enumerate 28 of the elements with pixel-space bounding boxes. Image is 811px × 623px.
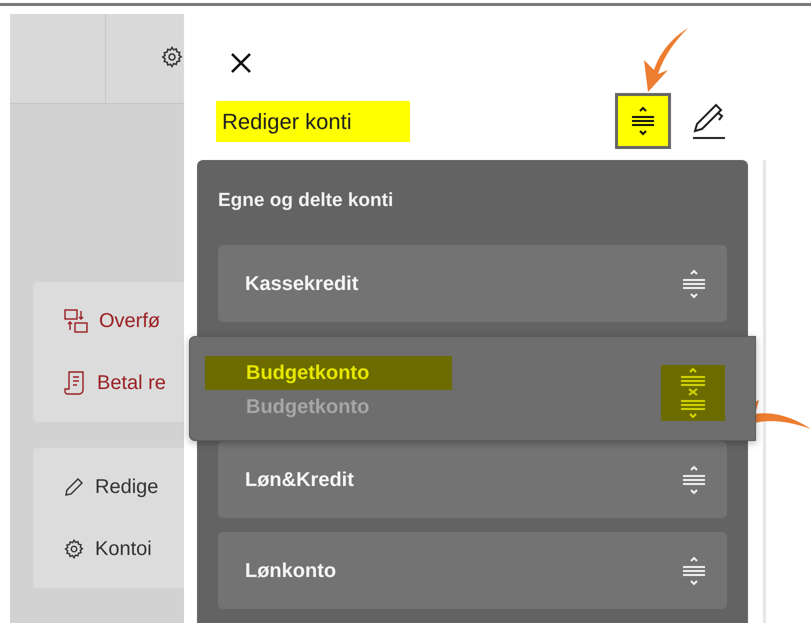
menu-item[interactable]: Redige: [95, 472, 158, 502]
account-name: Lønkonto: [245, 558, 336, 584]
settings-icon: [160, 44, 184, 70]
reorder-swap-icon[interactable]: [679, 368, 707, 418]
drag-handle-icon: [681, 556, 707, 586]
pencil-icon: [63, 476, 85, 498]
reorder-button[interactable]: [615, 93, 671, 150]
reorder-icon: [630, 106, 656, 136]
drag-handle-icon: [681, 464, 707, 494]
section-title: Egne og delte konti: [218, 188, 394, 212]
dragged-account-row[interactable]: Budgetkonto Budgetkonto: [189, 336, 756, 441]
pen-icon: [691, 101, 727, 142]
account-row[interactable]: Løn&Kredit: [218, 441, 727, 518]
account-row[interactable]: Lønkonto: [218, 532, 727, 609]
account-name: Budgetkonto: [205, 356, 452, 390]
account-row[interactable]: Kassekredit: [218, 245, 727, 322]
close-icon: [229, 51, 253, 75]
account-name: Kassekredit: [245, 272, 358, 296]
menu-item[interactable]: Overfø: [99, 306, 160, 336]
drag-handle-icon: [681, 268, 707, 298]
settings-icon: [63, 538, 85, 560]
close-button[interactable]: [229, 51, 253, 75]
panel-title: Rediger konti: [216, 100, 410, 142]
account-name: Løn&Kredit: [245, 468, 354, 492]
menu-item[interactable]: Kontoi: [95, 534, 152, 564]
money-transfer-icon: [63, 308, 89, 334]
menu-item[interactable]: Betal re: [97, 368, 166, 398]
account-name-ghost: Budgetkonto: [245, 394, 370, 420]
